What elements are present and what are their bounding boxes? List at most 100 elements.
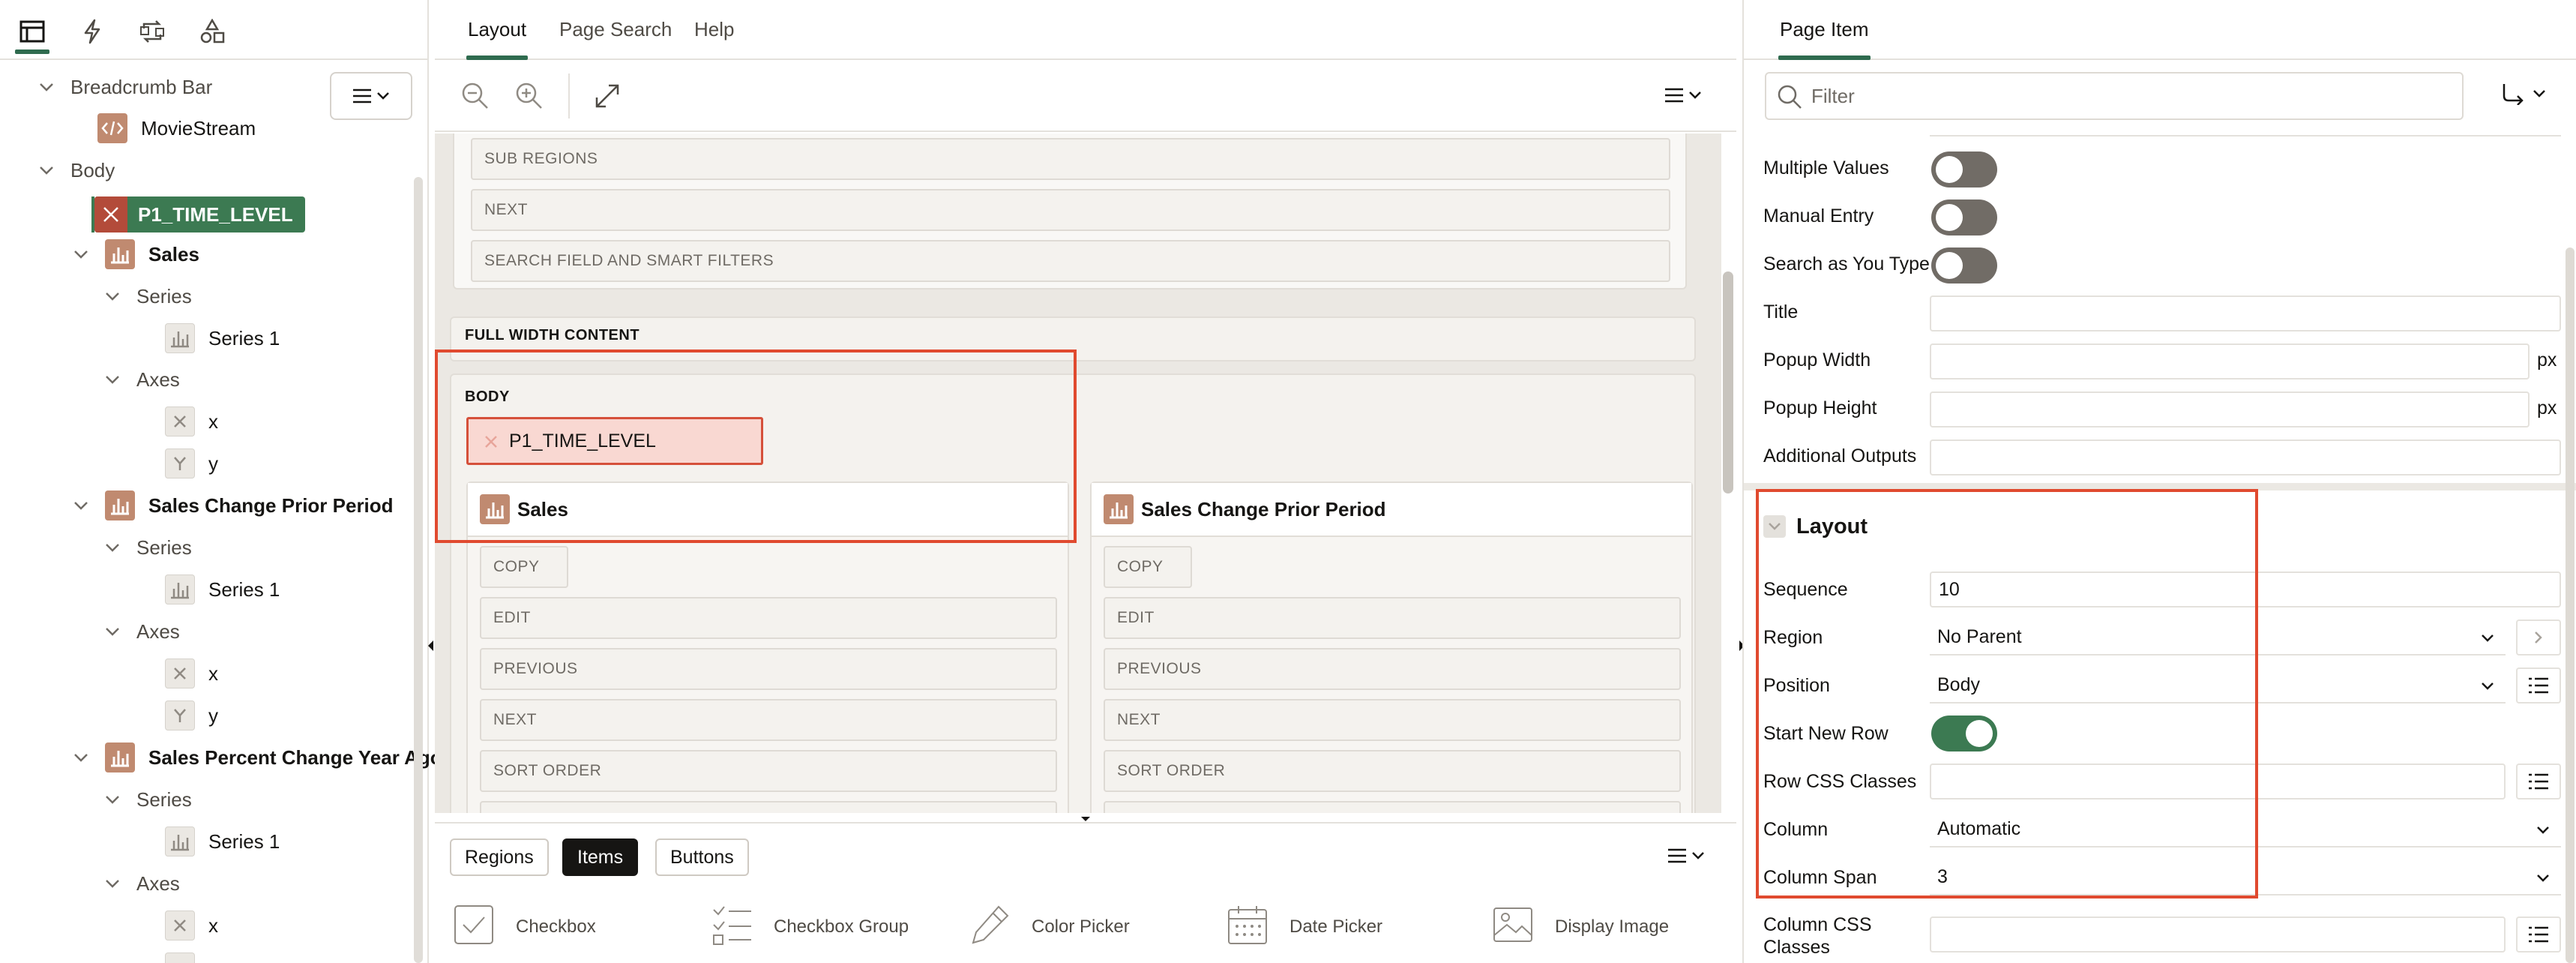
- region-sales-change[interactable]: Sales Change Prior Period COPY EDIT PREV…: [1090, 482, 1693, 813]
- toggle-manual-entry[interactable]: [1931, 200, 1997, 236]
- toolbar-divider: [568, 74, 570, 118]
- tree-node-sales[interactable]: Sales: [70, 235, 199, 274]
- chevron-down-icon[interactable]: [36, 76, 57, 98]
- tree-menu-button[interactable]: [330, 72, 412, 120]
- gallery-menu-button[interactable]: [1667, 848, 1705, 864]
- chevron-down-icon[interactable]: [102, 286, 123, 307]
- chevron-down-icon: [1689, 92, 1701, 99]
- tree-node-axis-x[interactable]: x: [165, 402, 218, 441]
- lightning-icon[interactable]: [69, 10, 115, 52]
- chevron-down-icon[interactable]: [70, 244, 91, 265]
- tree-node-breadcrumb-bar[interactable]: Breadcrumb Bar: [36, 68, 212, 106]
- column-css-classes-input[interactable]: [1930, 916, 2506, 952]
- slot-copy[interactable]: COPY: [1104, 546, 1192, 588]
- tree-node-axes[interactable]: Axes: [102, 864, 180, 903]
- layout-menu-button[interactable]: [1664, 87, 1702, 104]
- gallery-tab-regions[interactable]: Regions: [450, 838, 549, 876]
- tree-node-sales-change[interactable]: Sales Change Prior Period: [70, 486, 394, 525]
- region-header[interactable]: Sales Change Prior Period: [1092, 483, 1691, 537]
- title-input[interactable]: [1930, 296, 2561, 332]
- chevron-down-icon[interactable]: [36, 160, 57, 181]
- chevron-down-icon[interactable]: [70, 747, 91, 768]
- popup-width-input[interactable]: [1930, 344, 2530, 380]
- tree-node-series-1[interactable]: Series 1: [165, 570, 280, 609]
- slot-previous[interactable]: PREVIOUS: [1104, 648, 1681, 690]
- tree-node-series[interactable]: Series: [102, 780, 192, 819]
- gallery-item-checkbox[interactable]: Checkbox: [453, 904, 596, 950]
- property-scrollbar[interactable]: [2566, 248, 2575, 963]
- position-list-button[interactable]: [2516, 668, 2561, 704]
- tree-node-moviestream[interactable]: MovieStream: [97, 109, 256, 148]
- popup-height-input[interactable]: [1930, 392, 2530, 428]
- tree-node-p1-time-level[interactable]: P1_TIME_LEVEL: [94, 196, 305, 232]
- tree-node-sales-pct[interactable]: Sales Percent Change Year Ago: [70, 738, 442, 777]
- slot-search-field[interactable]: SEARCH FIELD AND SMART FILTERS: [471, 240, 1670, 282]
- tree-node-label: Axes: [136, 368, 180, 391]
- tree-node-axis-x[interactable]: x: [165, 906, 218, 945]
- shared-components-icon[interactable]: [189, 10, 235, 52]
- toggle-search-as-you-type[interactable]: [1931, 248, 1997, 284]
- chevron-down-icon[interactable]: [102, 537, 123, 558]
- tree-node-axis-x[interactable]: x: [165, 654, 218, 693]
- processing-icon[interactable]: [129, 10, 175, 52]
- slot-next[interactable]: NEXT: [480, 699, 1057, 741]
- tree-node-axes[interactable]: Axes: [102, 360, 180, 399]
- gallery-item-label: Color Picker: [1032, 916, 1130, 937]
- canvas-scrollbar[interactable]: [1723, 272, 1733, 494]
- chevron-down-icon[interactable]: [102, 621, 123, 642]
- tree-node-axis-y[interactable]: y: [165, 444, 218, 483]
- row-css-list-button[interactable]: [2516, 764, 2561, 800]
- slot-more[interactable]: [480, 801, 1057, 813]
- rendering-tab-icon[interactable]: [9, 10, 55, 54]
- tree-node-body[interactable]: Body: [36, 151, 115, 190]
- zoom-out-icon[interactable]: [460, 81, 490, 115]
- tree-node-series[interactable]: Series: [102, 277, 192, 316]
- gallery-tab-bar: Regions Items Buttons: [435, 822, 1736, 891]
- tree-node-label: Series: [136, 284, 192, 308]
- gallery-item-checkbox-group[interactable]: Checkbox Group: [711, 904, 909, 950]
- go-to-group-button[interactable]: [2501, 82, 2546, 105]
- gallery-tab-items[interactable]: Items: [562, 838, 639, 876]
- slot-more[interactable]: [1104, 801, 1681, 813]
- collapse-left-icon[interactable]: [426, 639, 435, 656]
- slot-edit[interactable]: EDIT: [1104, 597, 1681, 639]
- chevron-down-icon[interactable]: [70, 495, 91, 516]
- expand-icon[interactable]: [594, 82, 621, 113]
- tab-page-search[interactable]: Page Search: [559, 18, 672, 41]
- tree-node-series[interactable]: Series: [102, 528, 192, 567]
- slot-sub-regions[interactable]: SUB REGIONS: [471, 138, 1670, 180]
- tab-help[interactable]: Help: [694, 18, 734, 41]
- chevron-down-icon[interactable]: [102, 789, 123, 810]
- gallery-item-date-picker[interactable]: Date Picker: [1227, 904, 1382, 950]
- tab-page-item[interactable]: Page Item: [1778, 18, 1871, 60]
- x-axis-icon: [165, 406, 195, 436]
- gallery-item-color-picker[interactable]: Color Picker: [969, 904, 1130, 950]
- filter-input[interactable]: Filter: [1765, 72, 2464, 120]
- slot-next[interactable]: NEXT: [1104, 699, 1681, 741]
- field-partial: [1930, 128, 2561, 136]
- tree-node-series-1[interactable]: Series 1: [165, 319, 280, 358]
- slot-copy[interactable]: COPY: [480, 546, 568, 588]
- go-to-region-button[interactable]: [2516, 620, 2561, 656]
- slot-edit[interactable]: EDIT: [480, 597, 1057, 639]
- slot-sort-order[interactable]: SORT ORDER: [480, 750, 1057, 792]
- tree-scrollbar[interactable]: [414, 177, 423, 963]
- gallery-item-display-image[interactable]: Display Image: [1492, 904, 1669, 950]
- chevron-down-icon[interactable]: [102, 369, 123, 390]
- prop-label-title: Title: [1763, 302, 1799, 322]
- slot-sort-order[interactable]: SORT ORDER: [1104, 750, 1681, 792]
- chevron-down-icon[interactable]: [102, 873, 123, 894]
- slot-next[interactable]: NEXT: [471, 189, 1670, 231]
- zoom-in-icon[interactable]: [514, 81, 544, 115]
- tree-node-axes[interactable]: Axes: [102, 612, 180, 651]
- tab-layout[interactable]: Layout: [466, 18, 529, 60]
- toggle-multiple-values[interactable]: [1931, 152, 1997, 188]
- tree-node-series-1[interactable]: Series 1: [165, 822, 280, 861]
- column-css-list-button[interactable]: [2516, 916, 2561, 952]
- tree-node-axis-y-partial[interactable]: [165, 948, 208, 963]
- additional-outputs-input[interactable]: [1930, 440, 2561, 476]
- slot-previous[interactable]: PREVIOUS: [480, 648, 1057, 690]
- tree-node-label: x: [208, 662, 218, 685]
- gallery-tab-buttons[interactable]: Buttons: [655, 838, 749, 876]
- tree-node-axis-y[interactable]: y: [165, 696, 218, 735]
